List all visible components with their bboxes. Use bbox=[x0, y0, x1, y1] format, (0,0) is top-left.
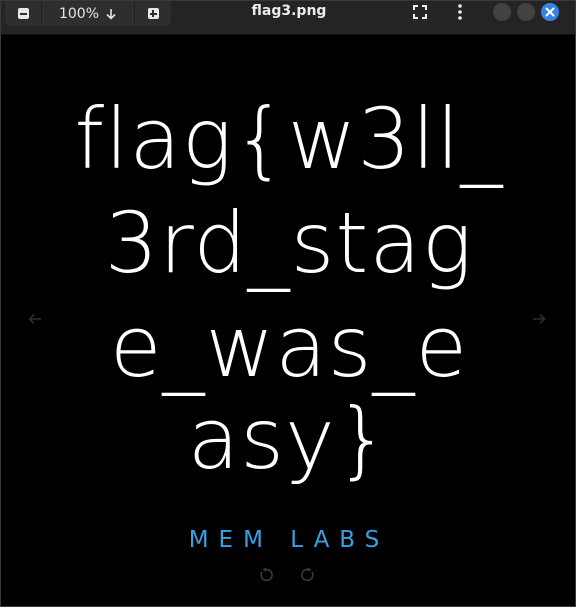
zoom-in-icon bbox=[147, 8, 159, 19]
flag-line-1: flag{w3ll_ bbox=[74, 90, 504, 188]
flag-line-3: e_was_e bbox=[109, 298, 469, 396]
close-button[interactable] bbox=[541, 3, 559, 21]
zoom-out-icon bbox=[17, 8, 29, 19]
minimize-button[interactable] bbox=[493, 3, 511, 21]
fullscreen-icon bbox=[413, 5, 427, 19]
brand-label: MEM LABS bbox=[188, 527, 390, 553]
headerbar: 100% flag3.png bbox=[1, 1, 575, 35]
flag-line-4: asy} bbox=[187, 390, 391, 488]
chevron-down-icon bbox=[106, 8, 116, 20]
maximize-button[interactable] bbox=[517, 3, 535, 21]
prev-arrow-icon[interactable] bbox=[27, 311, 43, 327]
zoom-controls: 100% bbox=[5, 1, 171, 26]
rotate-right-icon[interactable] bbox=[300, 567, 316, 583]
flag-line-2: 3rd_stag bbox=[104, 194, 474, 292]
zoom-level-dropdown[interactable]: 100% bbox=[42, 6, 134, 22]
zoom-level-value: 100% bbox=[58, 5, 100, 22]
rotate-left-icon[interactable] bbox=[258, 567, 274, 583]
close-icon bbox=[545, 7, 555, 17]
zoom-out-button[interactable] bbox=[5, 1, 41, 26]
zoom-in-button[interactable] bbox=[135, 1, 171, 26]
image-viewer-window: 100% flag3.png flag{w3ll_ 3rd_stag e_was… bbox=[0, 0, 576, 607]
next-arrow-icon[interactable] bbox=[531, 311, 547, 327]
menu-dots-icon bbox=[458, 4, 462, 20]
fullscreen-button[interactable] bbox=[409, 1, 431, 23]
menu-button[interactable] bbox=[449, 1, 471, 23]
